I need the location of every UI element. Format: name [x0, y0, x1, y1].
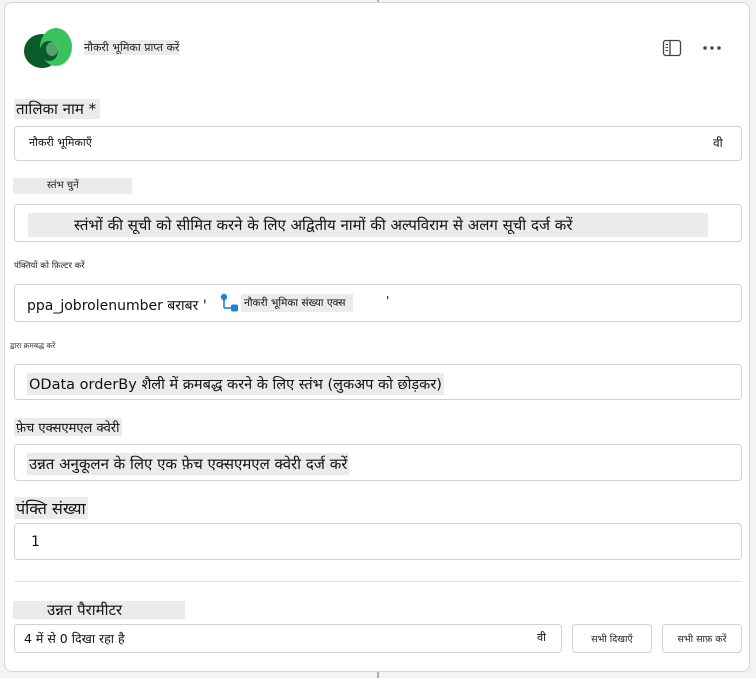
action-title: नौकरी भूमिका प्राप्त करें [84, 40, 180, 55]
table-name-value: नौकरी भूमिकाएँ [29, 136, 92, 149]
filter-rows-label: पंक्तियों को फ़िल्टर करें [14, 261, 85, 271]
filter-token[interactable]: नौकरी भूमिका संख्या एक्स [218, 292, 354, 314]
advanced-parameters-count: 4 में से 0 दिखा रहा है [24, 631, 125, 646]
flow-token-icon [220, 293, 238, 312]
select-columns-placeholder: स्तंभों की सूची को सीमित करने के लिए अद्… [28, 213, 708, 237]
filter-token-label: नौकरी भूमिका संख्या एक्स [241, 294, 354, 312]
sort-by-placeholder: OData orderBy शैली में क्रमबद्ध करने के … [27, 373, 444, 395]
chevron-down-icon: वी [713, 136, 723, 150]
fetch-xml-input[interactable]: उन्नत अनुकूलन के लिए एक फ़ेच एक्सएमएल क्… [14, 444, 742, 481]
row-count-input[interactable]: 1 [14, 523, 742, 560]
chevron-down-icon: वी [537, 631, 546, 644]
side-panel-icon[interactable] [660, 36, 684, 60]
table-name-dropdown[interactable]: नौकरी भूमिकाएँ वी [14, 126, 742, 161]
sort-by-label: द्वारा क्रमबद्ध करें [10, 341, 56, 350]
row-count-value: 1 [31, 534, 40, 550]
dataverse-logo-icon [24, 28, 72, 68]
advanced-parameters-dropdown[interactable]: 4 में से 0 दिखा रहा है वी [14, 624, 562, 653]
show-all-button[interactable]: सभी दिखाएँ [572, 624, 652, 653]
filter-rows-input[interactable]: ppa_jobrolenumber बराबर ' नौकरी भूमिका स… [14, 284, 742, 322]
table-name-label: तालिका नाम * [14, 99, 101, 119]
advanced-parameters-label: उन्नत पैरामीटर [13, 601, 185, 619]
sort-by-input[interactable]: OData orderBy शैली में क्रमबद्ध करने के … [14, 364, 742, 400]
bottom-resize-grip[interactable] [377, 672, 379, 678]
select-columns-label: स्तंभ चुनें [13, 178, 132, 194]
section-divider [14, 581, 742, 582]
action-card [4, 2, 750, 672]
filter-rows-suffix: ' [386, 294, 390, 308]
fetch-xml-placeholder: उन्नत अनुकूलन के लिए एक फ़ेच एक्सएमएल क्… [27, 453, 350, 475]
fetch-xml-label: फ़ेच एक्सएमएल क्वेरी [14, 418, 122, 436]
row-count-label: पंक्ति संख्या [14, 497, 88, 519]
filter-rows-prefix: ppa_jobrolenumber बराबर ' [27, 298, 207, 314]
select-columns-input[interactable]: स्तंभों की सूची को सीमित करने के लिए अद्… [14, 204, 742, 242]
clear-all-button[interactable]: सभी साफ़ करें [662, 624, 742, 653]
more-options-icon[interactable] [700, 36, 724, 60]
